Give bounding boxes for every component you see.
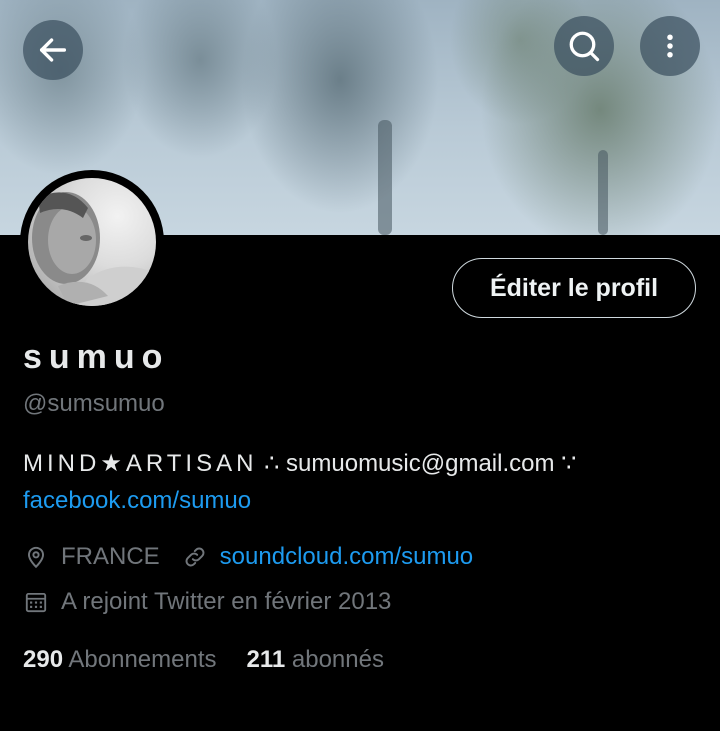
arrow-left-icon bbox=[36, 33, 70, 67]
search-button[interactable] bbox=[554, 16, 614, 76]
calendar-icon bbox=[23, 589, 49, 615]
followers-label: abonnés bbox=[291, 646, 384, 673]
following-label: Abonnements bbox=[68, 646, 217, 673]
user-handle: @sumsumuo bbox=[23, 390, 165, 417]
link-icon bbox=[182, 544, 208, 570]
follow-stats: 290 Abonnements 211 abonnés bbox=[23, 646, 384, 674]
bio-email: ∴ sumuomusic@gmail.com ∵ bbox=[257, 450, 577, 477]
more-vertical-icon bbox=[655, 31, 685, 61]
followers-count: 211 bbox=[246, 646, 286, 673]
search-icon bbox=[566, 28, 602, 64]
website-link[interactable]: soundcloud.com/sumuo bbox=[220, 543, 473, 571]
avatar[interactable] bbox=[20, 170, 164, 314]
bio-link[interactable]: facebook.com/sumuo bbox=[23, 487, 251, 514]
followers-link[interactable]: 211 abonnés bbox=[247, 646, 384, 674]
bio-link-row: facebook.com/sumuo bbox=[23, 487, 251, 515]
bio-text: MIND★ARTISAN ∴ sumuomusic@gmail.com ∵ bbox=[23, 449, 576, 478]
avatar-image bbox=[28, 178, 156, 306]
location-text: FRANCE bbox=[61, 543, 160, 570]
following-link[interactable]: 290 Abonnements bbox=[23, 646, 217, 674]
display-name: sumuo bbox=[23, 338, 170, 376]
edit-profile-label: Éditer le profil bbox=[489, 273, 659, 302]
following-count: 290 bbox=[23, 646, 64, 673]
more-options-button[interactable] bbox=[640, 16, 700, 76]
back-button[interactable] bbox=[23, 20, 83, 80]
joined-row: A rejoint Twitter en février 2013 bbox=[23, 588, 391, 616]
location-website-row: FRANCE soundcloud.com/sumuo bbox=[23, 543, 473, 571]
edit-profile-button[interactable]: Éditer le profil bbox=[452, 258, 696, 318]
bio-caps: MIND★ARTISAN bbox=[23, 450, 258, 477]
joined-text: A rejoint Twitter en février 2013 bbox=[61, 588, 392, 615]
map-pin-icon bbox=[23, 544, 49, 570]
